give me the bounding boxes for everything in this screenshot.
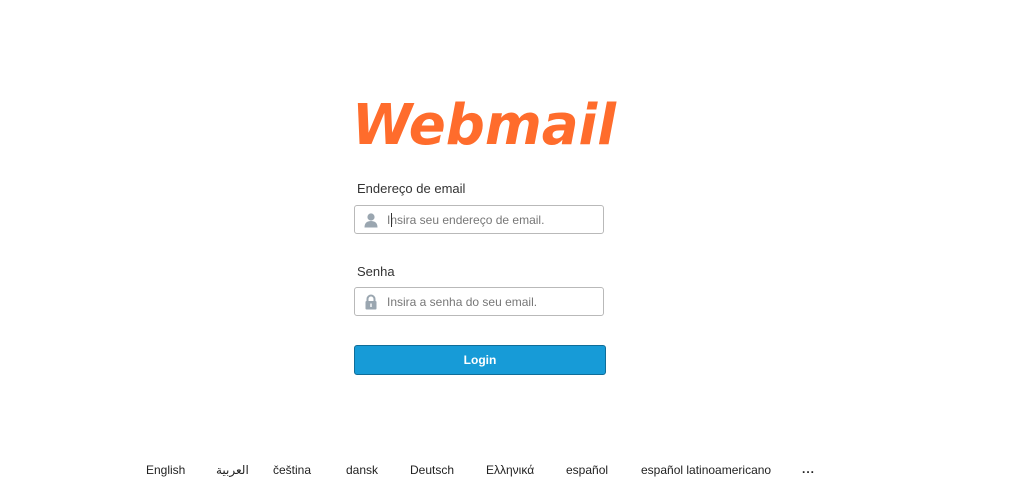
email-input[interactable] [387, 206, 597, 233]
language-link-greek[interactable]: Ελληνικά [486, 463, 534, 477]
language-link-spanish-latam[interactable]: español latinoamericano [641, 463, 771, 477]
email-label: Endereço de email [357, 181, 466, 196]
webmail-logo: Webmail [348, 92, 620, 150]
lock-icon [363, 294, 379, 310]
more-languages-button[interactable]: ... [802, 462, 815, 476]
language-link-german[interactable]: Deutsch [410, 463, 454, 477]
password-input[interactable] [387, 288, 597, 315]
language-link-arabic[interactable]: العربية [216, 463, 249, 477]
language-link-english[interactable]: English [146, 463, 185, 477]
email-field[interactable] [354, 205, 604, 234]
user-icon [363, 212, 379, 228]
language-bar: English العربية čeština dansk Deutsch Ελ… [0, 462, 1024, 479]
language-link-czech[interactable]: čeština [273, 463, 311, 477]
logo-text: Webmail [352, 93, 617, 150]
password-label: Senha [357, 264, 395, 279]
login-button[interactable]: Login [354, 345, 606, 375]
text-cursor [391, 213, 392, 227]
language-link-spanish[interactable]: español [566, 463, 608, 477]
language-link-danish[interactable]: dansk [346, 463, 378, 477]
password-field[interactable] [354, 287, 604, 316]
